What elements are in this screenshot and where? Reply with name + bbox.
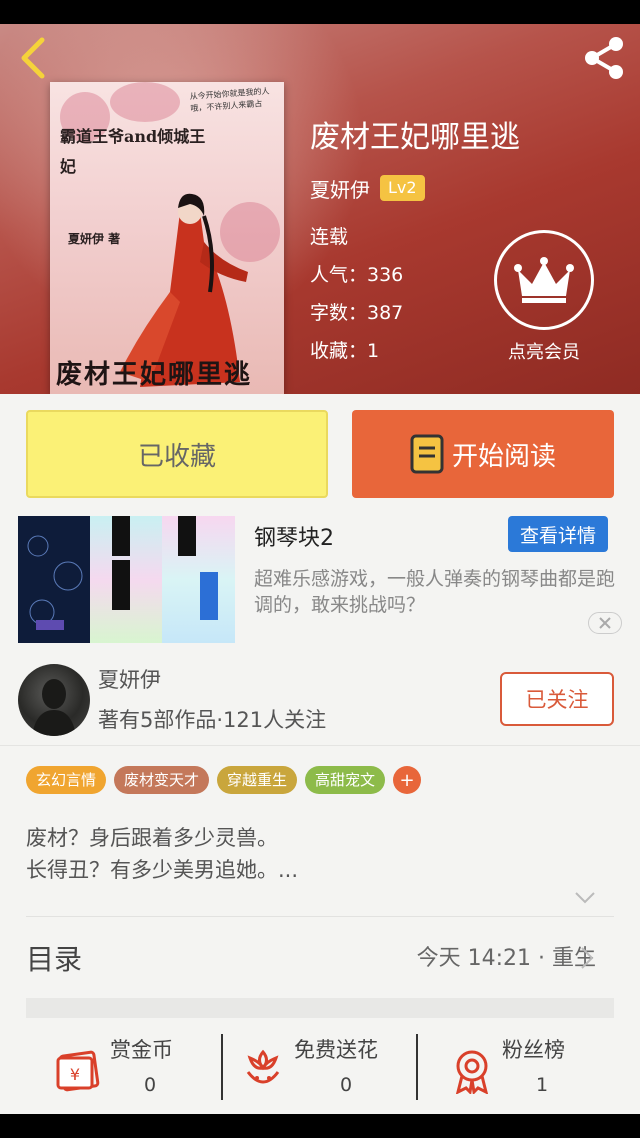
vip-button[interactable]: 点亮会员	[494, 230, 594, 364]
book-title: 废材王妃哪里逃	[310, 120, 520, 155]
section-spacer	[26, 998, 614, 1018]
back-arrow-icon	[21, 37, 45, 79]
intro-line: 废材？身后跟着多少灵兽。	[26, 826, 278, 850]
cover-blossom	[110, 82, 180, 122]
cover-poem: 从今开始你就是我的人哦，不许别人来霸占	[189, 86, 270, 114]
cover-title: 霸道王爷and倾城王妃	[60, 127, 206, 176]
popularity-count: 人气：336	[310, 264, 404, 286]
ad-panel-constellation	[18, 516, 90, 643]
follow-button[interactable]: 已关注	[500, 672, 614, 726]
intro-line: 长得丑？有多少美男追她。...	[26, 858, 299, 882]
navigation-bar	[0, 1114, 640, 1138]
ad-image	[18, 516, 235, 643]
piano-tile	[112, 516, 130, 556]
piano-tile	[200, 572, 218, 620]
tag-item[interactable]: 废材变天才	[114, 766, 210, 794]
cover-author: 夏妍伊 著	[68, 232, 121, 246]
medal-icon	[455, 1050, 489, 1094]
vip-circle	[494, 230, 594, 330]
reward-coins-button[interactable]: ¥ 赏金币 0	[50, 1030, 210, 1106]
share-button[interactable]	[578, 32, 630, 84]
tag-item[interactable]: 穿越重生	[217, 766, 298, 794]
status-bar	[0, 0, 640, 24]
share-icon	[585, 37, 623, 79]
chevron-right-icon	[581, 947, 594, 969]
favorite-count: 收藏：1	[310, 340, 380, 362]
ad-banner[interactable]: 钢琴块2 查看详情 超难乐感游戏，一般人弹奏的钢琴曲都是跑调的，敢来挑战吗？	[18, 516, 622, 644]
book-cover[interactable]: 从今开始你就是我的人哦，不许别人来霸占 霸道王爷and倾城王妃 夏妍伊 著 废材…	[50, 82, 284, 394]
action-bar: ¥ 赏金币 0 免费送花 0 粉丝榜 1	[0, 1030, 640, 1106]
piano-tile	[178, 516, 196, 556]
book-intro: 废材？身后跟着多少灵兽。 长得丑？有多少美男追她。...	[26, 822, 298, 886]
start-reading-label: 开始阅读	[451, 441, 556, 472]
level-badge: Lv2	[380, 175, 425, 201]
chevron-down-icon	[575, 892, 595, 904]
favorited-button[interactable]: 已收藏	[26, 410, 328, 498]
latest-update: 今天 14:21 · 重生	[416, 946, 596, 971]
ad-detail-button[interactable]: 查看详情	[508, 516, 608, 552]
ad-description: 超难乐感游戏，一般人弹奏的钢琴曲都是跑调的，敢来挑战吗？	[254, 568, 616, 616]
author-row-name: 夏妍伊	[98, 668, 161, 692]
ad-panel-tiles	[162, 516, 235, 643]
expand-intro-button[interactable]	[574, 890, 596, 909]
tag-list: 玄幻言情 废材变天才 穿越重生 高甜宠文 +	[26, 766, 422, 794]
avatar-silhouette	[32, 679, 76, 736]
toc-label: 目录	[26, 943, 83, 976]
ad-panel-tiles	[90, 516, 162, 643]
action-label: 赏金币	[110, 1038, 173, 1062]
flower-icon	[246, 1049, 280, 1084]
divider	[221, 1034, 223, 1100]
tag-item[interactable]: 玄幻言情	[26, 766, 107, 794]
book-icon	[410, 434, 444, 474]
svg-text:¥: ¥	[70, 1065, 80, 1084]
tag-item[interactable]: 高甜宠文	[305, 766, 386, 794]
close-icon	[599, 617, 611, 629]
divider	[416, 1034, 418, 1100]
constellation-art	[27, 535, 83, 630]
author-name[interactable]: 夏妍伊	[310, 174, 370, 203]
action-count: 1	[536, 1074, 549, 1096]
word-count: 字数：387	[310, 302, 404, 324]
book-status: 连载	[310, 226, 349, 248]
author-avatar[interactable]	[18, 664, 90, 736]
ad-title: 钢琴块2	[254, 526, 334, 551]
ad-close-button[interactable]	[588, 612, 622, 634]
vip-label: 点亮会员	[508, 342, 580, 363]
back-button[interactable]	[14, 36, 54, 80]
crown-icon	[514, 257, 574, 303]
author-line: 夏妍伊 Lv2	[310, 174, 425, 202]
action-count: 0	[144, 1074, 157, 1096]
action-label: 免费送花	[294, 1038, 378, 1062]
divider	[26, 916, 614, 917]
book-detail-body: 已收藏 开始阅读 钢琴块2 查看详情 超难乐感游戏，一般人弹奏的钢琴曲都是跑调的…	[0, 394, 640, 1114]
piano-tile	[112, 560, 130, 610]
fan-ranking-button[interactable]: 粉丝榜 1	[448, 1030, 598, 1106]
book-header: 从今开始你就是我的人哦，不许别人来霸占 霸道王爷and倾城王妃 夏妍伊 著 废材…	[0, 24, 640, 394]
send-flower-button[interactable]: 免费送花 0	[240, 1030, 410, 1106]
coin-envelope-icon: ¥	[56, 1050, 100, 1092]
table-of-contents-row[interactable]: 目录 今天 14:21 · 重生	[0, 918, 640, 998]
action-label: 粉丝榜	[502, 1038, 565, 1062]
action-count: 0	[340, 1074, 353, 1096]
start-reading-button[interactable]: 开始阅读	[352, 410, 614, 498]
cover-big-title: 废材王妃哪里逃	[56, 360, 253, 390]
author-row[interactable]: 夏妍伊 著有5部作品·121人关注 已关注	[0, 654, 640, 746]
add-tag-button[interactable]: +	[393, 766, 422, 794]
author-stats: 著有5部作品·121人关注	[98, 708, 327, 732]
